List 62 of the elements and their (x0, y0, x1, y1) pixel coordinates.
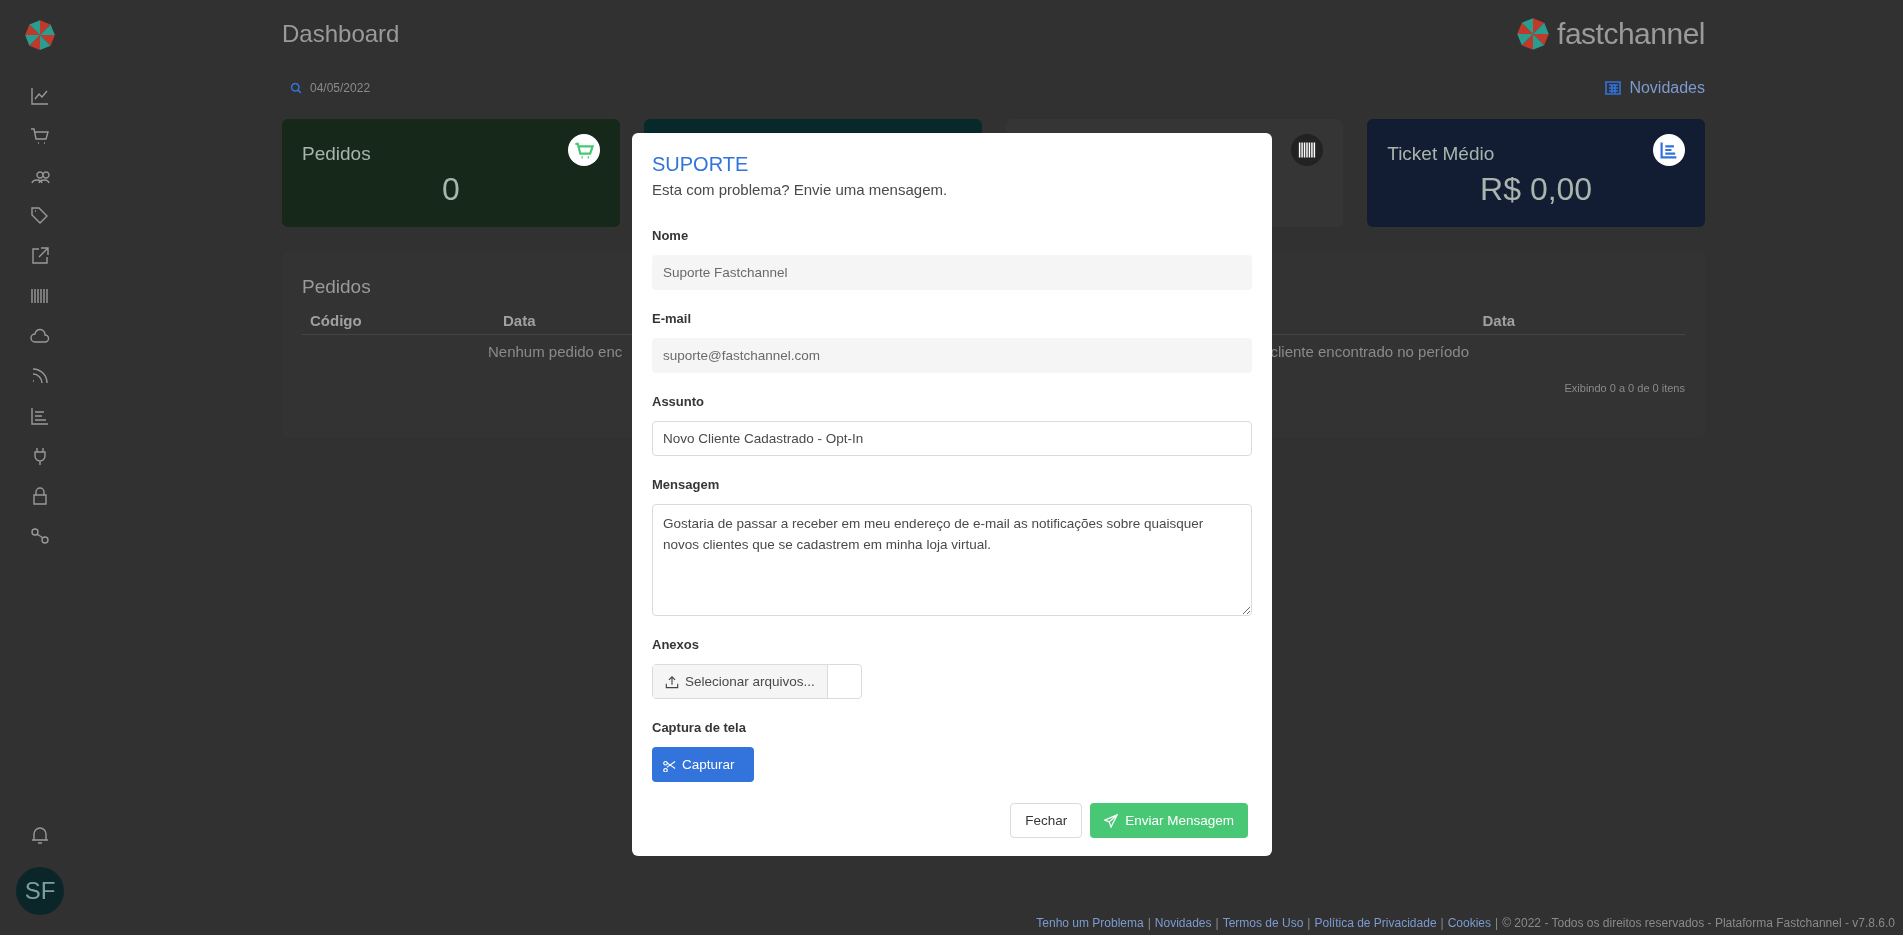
readonly-field[interactable]: suporte@fastchannel.com (652, 338, 1252, 373)
field-label: E-mail (652, 311, 692, 326)
lock-icon[interactable] (30, 486, 50, 506)
separator: | (1215, 916, 1219, 930)
paper-plane-icon (1104, 813, 1119, 828)
separator: | (1495, 916, 1499, 930)
panel-title: Pedidos (302, 276, 371, 297)
card-title: Pedidos (302, 143, 371, 165)
card-title: Ticket Médio (1387, 143, 1495, 165)
date-filter[interactable]: 04/05/2022 (310, 81, 371, 95)
line-chart-icon[interactable] (30, 86, 50, 106)
search-icon[interactable] (290, 82, 302, 94)
file-input[interactable]: Selecionar arquivos... (652, 664, 862, 699)
footer-link[interactable]: Cookies (1447, 916, 1492, 930)
footer-link[interactable]: Tenho um Problema (1036, 916, 1144, 930)
bar-chart-icon[interactable] (30, 406, 50, 426)
separator: | (1147, 916, 1151, 930)
footer-link[interactable]: Novidades (1154, 916, 1212, 930)
separator: | (1307, 916, 1311, 930)
pagination-summary: Exibindo 0 a 0 de 0 itens (1564, 382, 1685, 394)
empty-message: cliente encontrado no período (1270, 343, 1469, 360)
empty-message: Nenhum pedido enc (488, 343, 623, 360)
link-icon[interactable] (30, 526, 50, 546)
brand-logo-icon (1515, 16, 1552, 52)
brand-name: fastchannel (1557, 17, 1705, 51)
capture-button[interactable]: Capturar (652, 747, 754, 782)
field-label: Captura de tela (652, 720, 747, 735)
cart-icon[interactable] (30, 126, 50, 146)
footer-link[interactable]: Política de Privacidade (1314, 916, 1437, 930)
copyright-text: © 2022 - Todos os direitos reservados - Plataforma Fastchannel - v7.8.6.0 (1502, 916, 1895, 930)
separator: | (1440, 916, 1444, 930)
page-title: Dashboard (282, 20, 400, 48)
bell-icon[interactable] (30, 825, 50, 845)
close-button[interactable]: Fechar (1010, 803, 1083, 838)
logo-icon[interactable] (23, 18, 57, 52)
news-link[interactable]: Novidades (1605, 79, 1705, 97)
readonly-field[interactable]: Suporte Fastchannel (652, 255, 1252, 290)
text-field[interactable]: Novo Cliente Cadastrado - Opt-In (652, 421, 1252, 456)
card-value: 0 (440, 171, 461, 208)
calendar-icon (1605, 80, 1622, 96)
bar-chart-icon (1653, 134, 1685, 166)
user-avatar[interactable]: SF (16, 867, 64, 915)
footer-link[interactable]: Termos de Uso (1222, 916, 1304, 930)
cloud-icon[interactable] (30, 326, 50, 346)
field-label: Anexos (652, 637, 700, 652)
message-field[interactable]: Gostaria de passar a receber em meu endereço de e-mail as notificações sobre quaisquer novos clientes que se cadastrem em minha loja virtual. (652, 504, 1252, 616)
field-label: Assunto (652, 394, 705, 409)
column-header: Código (309, 311, 363, 329)
column-header: Data (502, 311, 536, 329)
dialog-title: SUPORTE (652, 153, 750, 176)
dialog-subtitle: Esta com problema? Envie uma mensagem. (652, 181, 949, 198)
rss-icon[interactable] (30, 366, 50, 386)
upload-icon (665, 674, 679, 689)
external-link-icon[interactable] (30, 246, 50, 266)
field-label: Mensagem (652, 477, 721, 492)
barcode-icon (1291, 134, 1324, 166)
field-label: Nome (652, 228, 690, 243)
tags-icon[interactable] (30, 206, 50, 226)
card-value: R$ 0,00 (1479, 171, 1594, 208)
column-header: Data (1482, 311, 1515, 329)
barcode-icon[interactable] (30, 286, 50, 306)
cart-icon (567, 134, 600, 166)
